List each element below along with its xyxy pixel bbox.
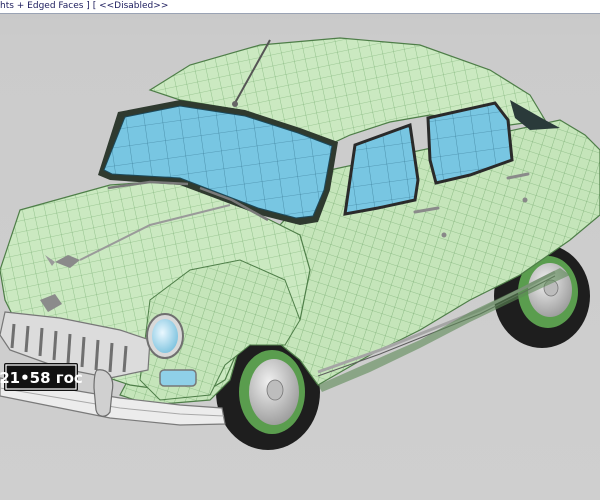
car-model: 21•58 гос [0, 37, 600, 450]
viewport-label-separator: [ [92, 1, 97, 11]
license-plate-text: 21•58 гос [0, 369, 83, 387]
bumper-guard [93, 369, 114, 417]
license-plate: 21•58 гос [0, 363, 83, 391]
viewport-label-bar: hts + Edged Faces ] [ <<Disabled>> [0, 0, 600, 14]
turn-lamp [159, 369, 197, 387]
viewport-3d[interactable]: hts + Edged Faces ] [ <<Disabled>> 21•58… [0, 0, 600, 500]
headlight [146, 313, 184, 359]
viewport-label-prefix: hts + Edged Faces ] [0, 1, 90, 11]
viewport-label-state: <<Disabled>> [99, 1, 169, 11]
viewport-label[interactable]: hts + Edged Faces ] [ <<Disabled>> [0, 0, 168, 13]
side-window-front [343, 122, 420, 216]
